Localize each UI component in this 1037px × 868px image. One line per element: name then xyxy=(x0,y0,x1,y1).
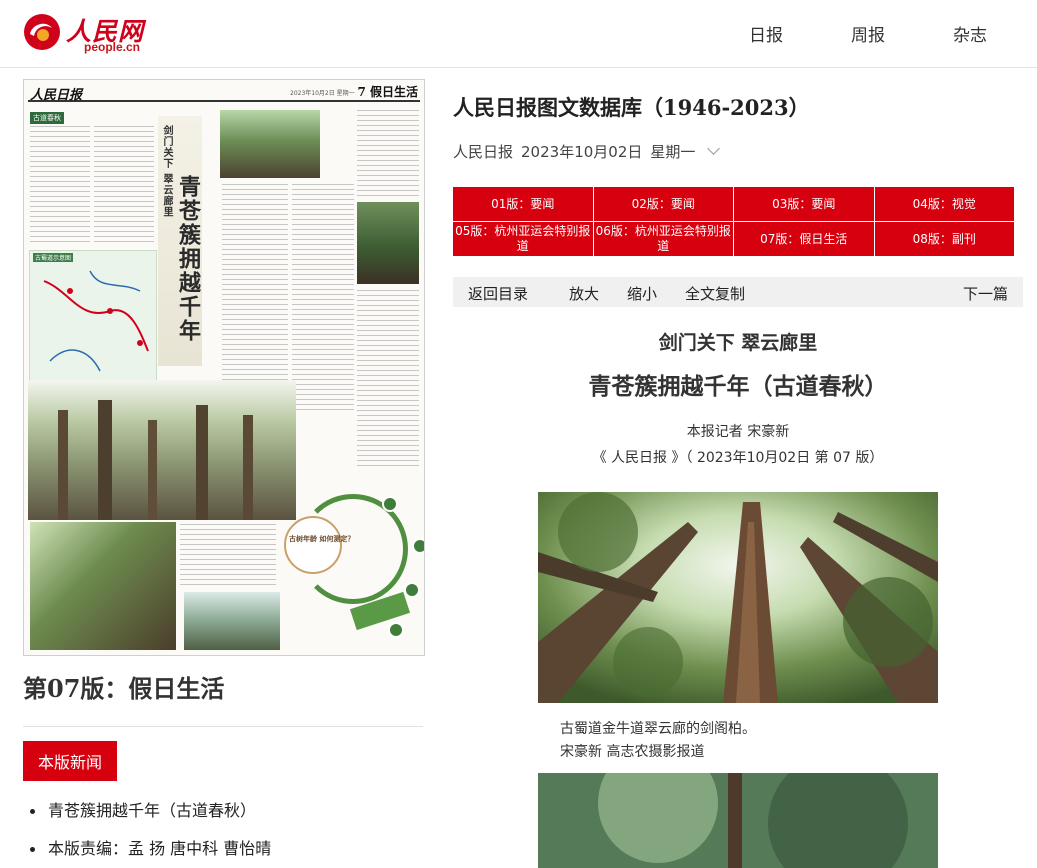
edition-link-02[interactable]: 02版：要闻 xyxy=(593,187,733,221)
photo-credit: 宋豪新 高志农摄影报道 xyxy=(560,744,705,760)
edition-link-01[interactable]: 01版：要闻 xyxy=(453,187,593,221)
thumbnail-vertical-subtitle: 剑门关下 翠云廊里 xyxy=(161,125,172,218)
thumbnail-vertical-title: 青苍簇拥越千年 xyxy=(175,175,201,343)
edition-link-08[interactable]: 08版：副刊 xyxy=(874,222,1014,256)
edition-grid: 01版：要闻 02版：要闻 03版：要闻 04版：视觉 05版：杭州亚运会特别报… xyxy=(453,187,1014,256)
chevron-down-icon[interactable] xyxy=(707,142,721,155)
copy-full-text-button[interactable]: 全文复制 xyxy=(685,283,745,304)
nav-weekly[interactable]: 周报 xyxy=(851,21,885,46)
thumbnail-photo-tree xyxy=(357,202,419,284)
article-photo-2 xyxy=(538,773,938,868)
infographic-node-icon xyxy=(404,582,420,598)
thumbnail-photo-path xyxy=(184,592,280,650)
thumbnail-text-block xyxy=(180,524,276,586)
divider xyxy=(23,726,423,727)
back-to-toc-button[interactable]: 返回目录 xyxy=(468,283,528,304)
edition-link-06[interactable]: 06版：杭州亚运会特别报道 xyxy=(593,222,733,256)
news-item-article[interactable]: 青苍簇拥越千年（古道春秋） xyxy=(23,801,423,839)
article-subhead: 剑门关下 翠云廊里 xyxy=(658,332,818,354)
thumbnail-text-block xyxy=(357,110,419,198)
article-photo xyxy=(538,492,938,703)
edition-link-07[interactable]: 07版：假日生活 xyxy=(734,222,874,256)
news-tab[interactable]: 本版新闻 xyxy=(23,741,118,781)
article-toolbar: 返回目录 放大 缩小 全文复制 下一篇 xyxy=(453,277,1023,307)
news-list: 青苍簇拥越千年（古道春秋） 本版责编：孟 扬 唐中科 曹怡晴 xyxy=(23,801,423,868)
article-headline: 青苍簇拥越千年（古道春秋） xyxy=(588,374,888,400)
thumbnail-text-block xyxy=(357,290,419,468)
page-thumbnail[interactable]: 人民日报 2023年10月2日 星期一 7 假日生活 古道春秋 古蜀道示意图 剑… xyxy=(23,79,425,656)
edition-link-05[interactable]: 05版：杭州亚运会特别报道 xyxy=(453,222,593,256)
nav-magazine[interactable]: 杂志 xyxy=(953,21,987,46)
issue-date: 2023年10月02日 xyxy=(521,142,643,161)
logo-swirl-icon xyxy=(24,14,60,50)
thumbnail-photo-trunk xyxy=(30,522,176,650)
news-item-editors: 本版责编：孟 扬 唐中科 曹怡晴 xyxy=(23,839,423,868)
thumbnail-photo-forest xyxy=(28,380,296,520)
issue-weekday: 星期一 xyxy=(650,142,696,161)
right-column: 人民日报图文数据库（1946-2023） 人民日报 2023年10月02日 星期… xyxy=(453,92,1023,868)
database-title: 人民日报图文数据库（1946-2023） xyxy=(453,95,810,120)
thumbnail-text-block xyxy=(292,184,354,414)
date-selector[interactable]: 人民日报 2023年10月02日 星期一 xyxy=(453,141,1023,161)
edition-link-03[interactable]: 03版：要闻 xyxy=(734,187,874,221)
top-nav: 日报 周报 杂志 xyxy=(749,21,987,46)
thumbnail-text-block xyxy=(94,126,154,246)
edition-link-04[interactable]: 04版：视觉 xyxy=(874,187,1014,221)
left-column: 人民日报 2023年10月2日 星期一 7 假日生活 古道春秋 古蜀道示意图 剑… xyxy=(23,79,425,868)
nav-daily[interactable]: 日报 xyxy=(749,21,783,46)
site-logo[interactable]: 人民网 people.cn xyxy=(22,10,143,56)
logo-subtext: people.cn xyxy=(84,40,141,54)
thumbnail-map: 古蜀道示意图 xyxy=(29,250,157,400)
thumbnail-page-label: 7 假日生活 xyxy=(357,85,418,99)
thumbnail-date: 2023年10月2日 星期一 xyxy=(290,90,355,97)
cypress-canopy-photo xyxy=(538,492,938,703)
article-source: 《 人民日报 》（ 2023年10月02日 第 07 版） xyxy=(592,450,884,466)
photo-caption: 古蜀道金牛道翠云廊的剑阁柏。 xyxy=(560,721,756,737)
paper-name: 人民日报 xyxy=(453,142,514,161)
forest-photo xyxy=(538,773,938,868)
infographic-center xyxy=(284,516,342,574)
forest-trunks-graphic xyxy=(58,400,253,520)
infographic-node-icon xyxy=(388,622,404,638)
thumbnail-header: 人民日报 2023年10月2日 星期一 7 假日生活 xyxy=(28,84,420,103)
thumbnail-text-block xyxy=(30,126,90,246)
thumbnail-infographic: 古树年龄 如何测定？ xyxy=(284,472,424,652)
article-header: 剑门关下 翠云廊里 青苍簇拥越千年（古道春秋） 本报记者 宋豪新 《 人民日报 … xyxy=(453,328,1023,467)
infographic-center-text: 古树年龄 如何测定？ xyxy=(289,535,355,543)
thumbnail-photo-canopy xyxy=(220,110,320,178)
thumbnail-masthead: 人民日报 xyxy=(30,88,83,103)
thumbnail-section-tag: 古道春秋 xyxy=(30,112,64,124)
zoom-out-button[interactable]: 缩小 xyxy=(627,283,657,304)
site-header: 人民网 people.cn 日报 周报 杂志 xyxy=(0,0,1037,68)
thumbnail-map-label: 古蜀道示意图 xyxy=(33,253,74,262)
article-reporter: 本报记者 宋豪新 xyxy=(686,424,790,440)
route-map-graphic xyxy=(43,270,149,372)
next-article-button[interactable]: 下一篇 xyxy=(963,283,1008,304)
page-caption: 第07版：假日生活 xyxy=(23,674,225,703)
infographic-node-icon xyxy=(382,496,398,512)
infographic-node-icon xyxy=(412,538,424,554)
zoom-in-button[interactable]: 放大 xyxy=(569,283,599,304)
